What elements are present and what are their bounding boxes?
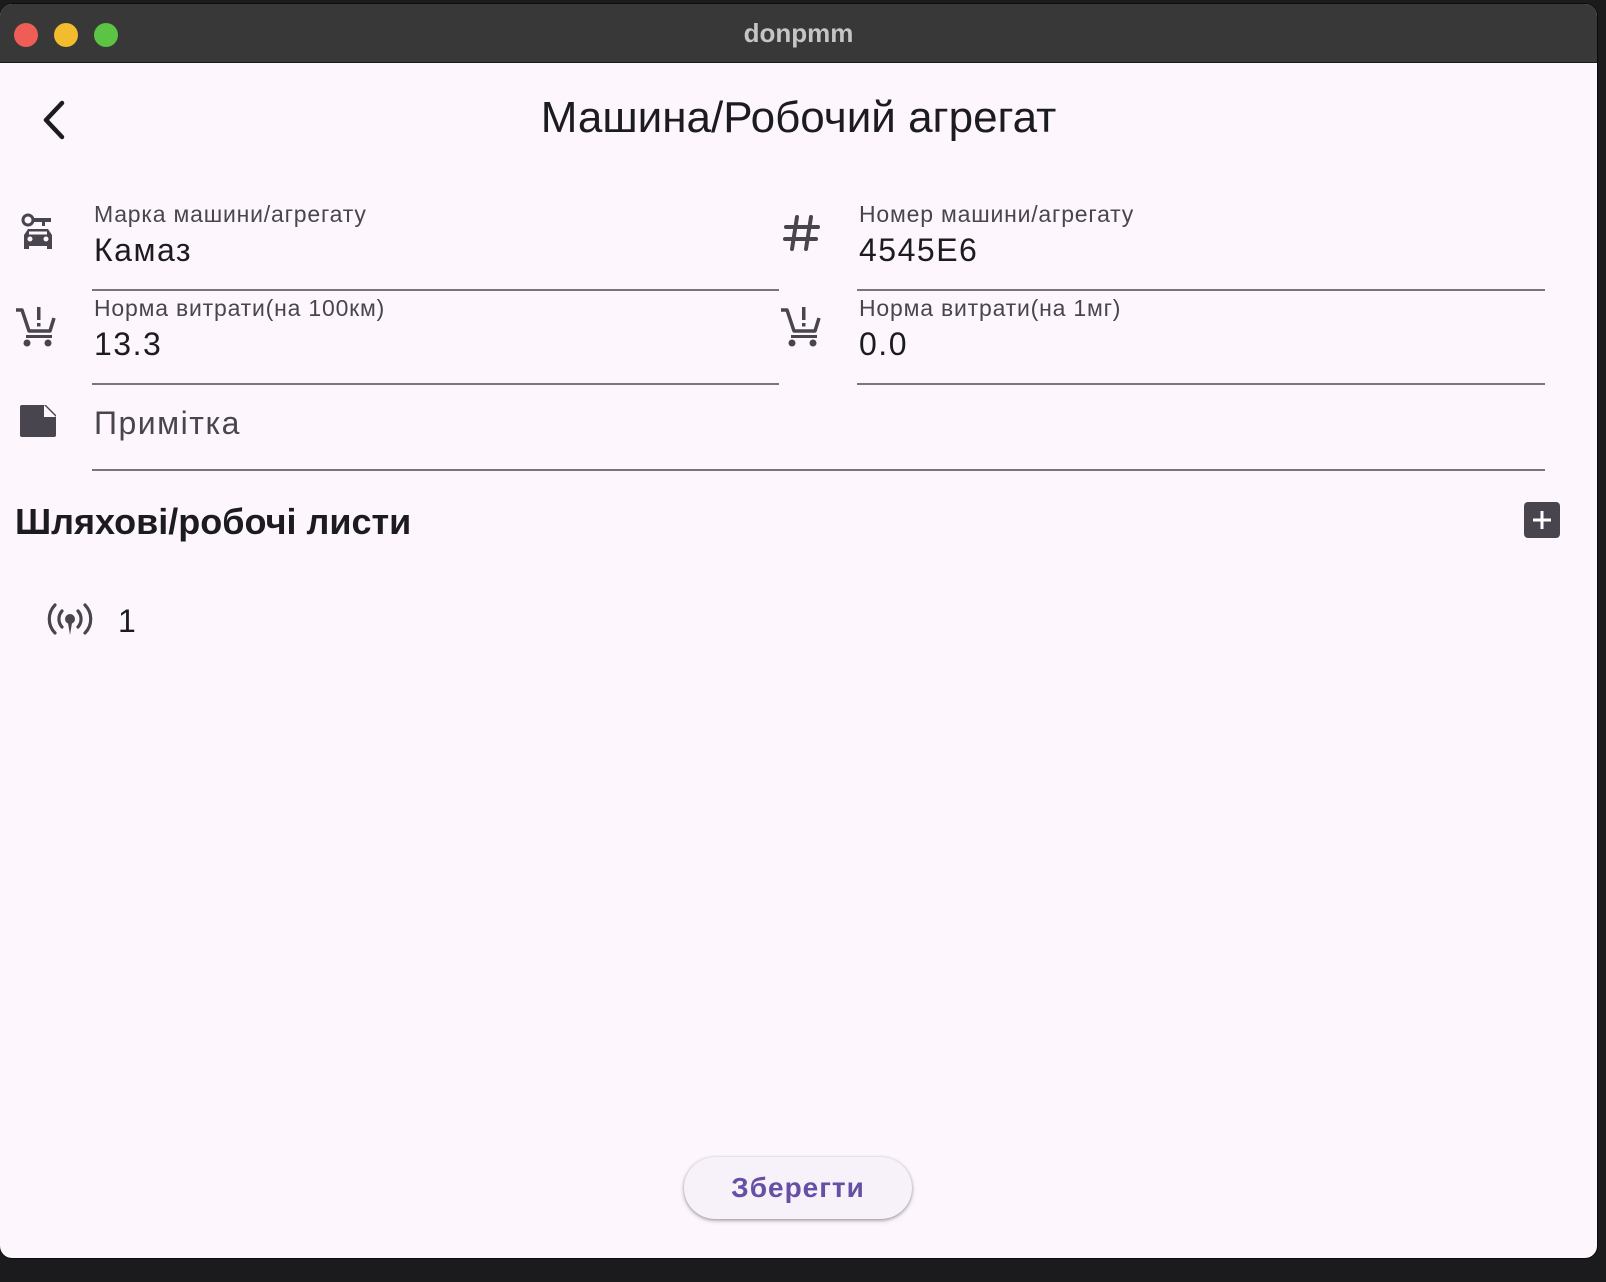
norm-mg-field[interactable]: Норма витрати(на 1мг) 0.0 [857,295,1545,385]
brand-input[interactable]: Камаз [94,232,192,269]
number-input[interactable]: 4545Е6 [859,232,978,269]
broadcast-icon [47,603,93,635]
note-input[interactable]: Примітка [94,405,241,442]
waybill-label: 1 [118,603,136,639]
norm-mg-input[interactable]: 0.0 [859,326,908,363]
waybills-title: Шляхові/робочі листи [15,501,412,542]
note-field[interactable]: Примітка [92,381,1545,471]
add-waybill-button[interactable] [1524,502,1560,538]
window-title: donpmm [743,18,854,48]
car-rental-icon [16,209,60,253]
cart-icon [14,304,58,348]
number-label: Номер машини/агрегату [859,201,1135,227]
norm-km-input[interactable]: 13.3 [94,326,162,363]
app-window: donpmm Машина/Робочий агрегат Марка маши… [0,4,1597,1258]
norm-mg-label: Норма витрати(на 1мг) [859,295,1122,321]
note-icon [16,399,60,443]
brand-field[interactable]: Марка машини/агрегату Камаз [92,201,779,291]
title-bar: donpmm [0,4,1597,63]
plus-icon [1533,511,1551,529]
save-button[interactable]: Зберегти [684,1157,912,1219]
norm-km-field[interactable]: Норма витрати(на 100км) 13.3 [92,295,779,385]
page-title: Машина/Робочий агрегат [540,93,1057,142]
number-field[interactable]: Номер машини/агрегату 4545Е6 [857,201,1545,291]
page-content: Машина/Робочий агрегат Марка машини/агре… [0,63,1597,1258]
norm-km-label: Норма витрати(на 100км) [94,295,386,321]
cart-icon [779,304,823,348]
waybill-list-item[interactable]: 1 [44,593,444,649]
brand-label: Марка машини/агрегату [94,201,367,227]
hash-icon [780,211,824,255]
